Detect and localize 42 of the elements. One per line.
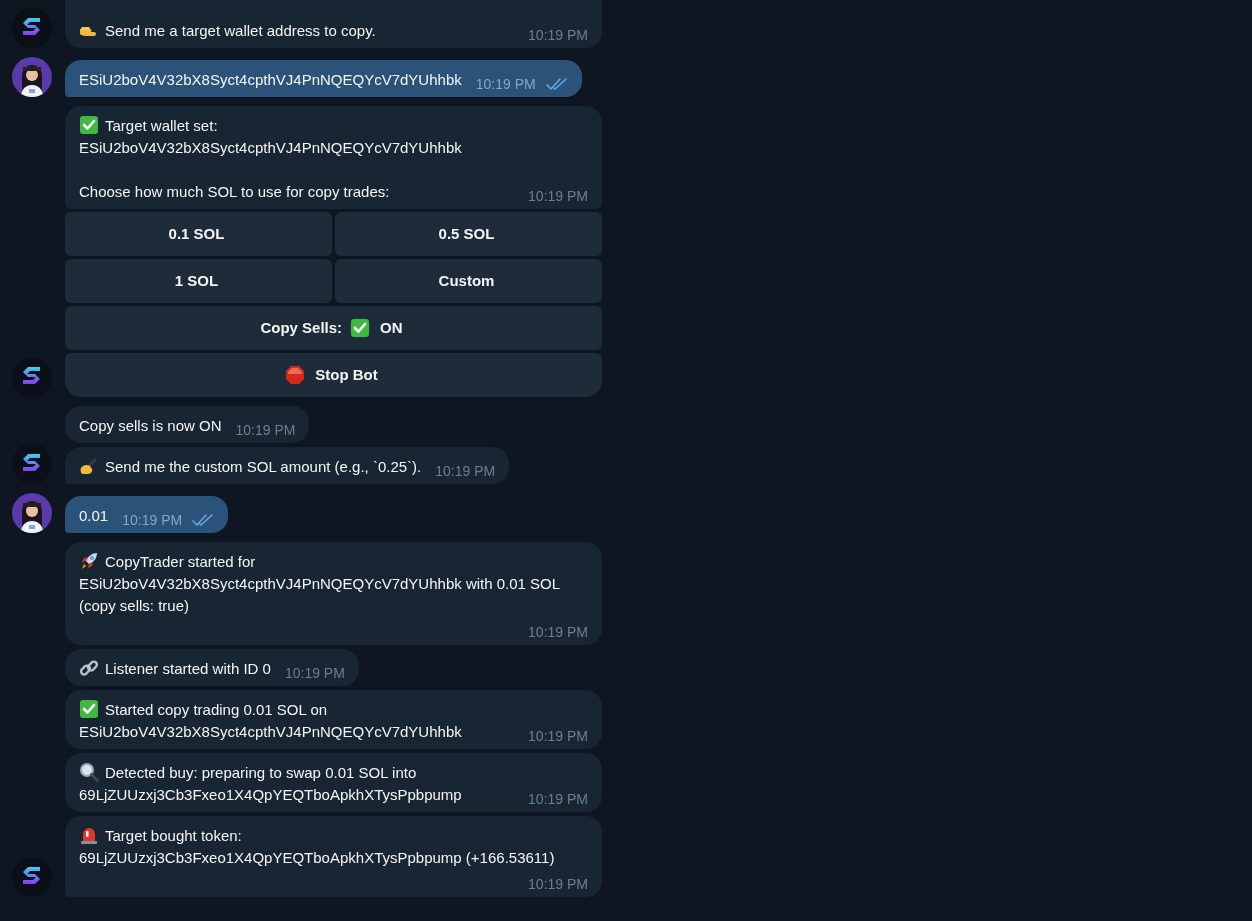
magnifier-icon [79,762,99,782]
message-text: Target bought token: 69LjZUUzxj3Cb3Fxeo1X4QpYEQTboApkhXTysPpbpump (+166.53611) [79,825,555,868]
message-time: 10:19 PM [475,75,536,94]
message-text: ESiU2boV4V32bX8Syct4cpthVJ4PnNQEQYcV7dYUhhbk [79,70,462,90]
siren-icon [79,825,99,845]
keyboard-button[interactable]: Stop Bot [65,353,602,397]
bot-avatar [12,857,52,897]
message-time: 10:19 PM [528,790,588,809]
message-text: Detected buy: preparing to swap 0.01 SOL into 69LjZUUzxj3Cb3Fxeo1X4QpYEQTboApkhXTysPpbpump [79,762,462,805]
check-icon [350,318,371,338]
bot-avatar [12,357,52,397]
bot-avatar [12,8,52,48]
check-icon [79,699,99,719]
message-time: 10:19 PM [528,623,588,642]
check-icon [79,115,99,135]
link-icon [79,658,99,678]
message-time: 10:19 PM [284,664,345,683]
keyboard-button[interactable]: Custom [335,259,602,303]
message-time: 10:19 PM [528,26,588,45]
keyboard-button[interactable]: Copy Sells: ON [65,306,602,350]
message-text: Send me the custom SOL amount (e.g., `0.25`). [79,456,422,478]
user-avatar [12,57,52,97]
keyboard-button[interactable]: 1 SOL [65,259,332,303]
message-text: 0.01 [79,506,109,526]
message-text: Copy sells is now ON [79,416,222,436]
bot-avatar [12,444,52,484]
stop-sign-icon [285,365,306,385]
message-text: Started copy trading 0.01 SOL on ESiU2boV4V32bX8Syct4cpthVJ4PnNQEQYcV7dYUhhbk [79,699,462,742]
keyboard-button[interactable]: 0.5 SOL [335,212,602,256]
message-text: Listener started with ID 0 [79,658,271,680]
user-avatar [12,493,52,533]
message-text: Target wallet set: ESiU2boV4V32bX8Syct4cpthVJ4PnNQEQYcV7dYUhhbk Choose how much SOL to use for copy trades: [79,115,462,202]
message-time: 10:19 PM [122,511,183,530]
message-time: 10:19 PM [528,727,588,746]
message-time: 10:19 PM [528,875,588,894]
message-text: Send me a target wallet address to copy. [79,20,376,42]
message-text: CopyTrader started for ESiU2boV4V32bX8Syct4cpthVJ4PnNQEQYcV7dYUhhbk with 0.01 SOL (copy sells: true) [79,551,561,616]
keyboard-button[interactable]: 0.1 SOL [65,212,332,256]
rocket-icon [79,551,99,571]
message-time: 10:19 PM [235,421,296,440]
message-time: 10:19 PM [528,187,588,206]
message-time: 10:19 PM [435,462,496,481]
